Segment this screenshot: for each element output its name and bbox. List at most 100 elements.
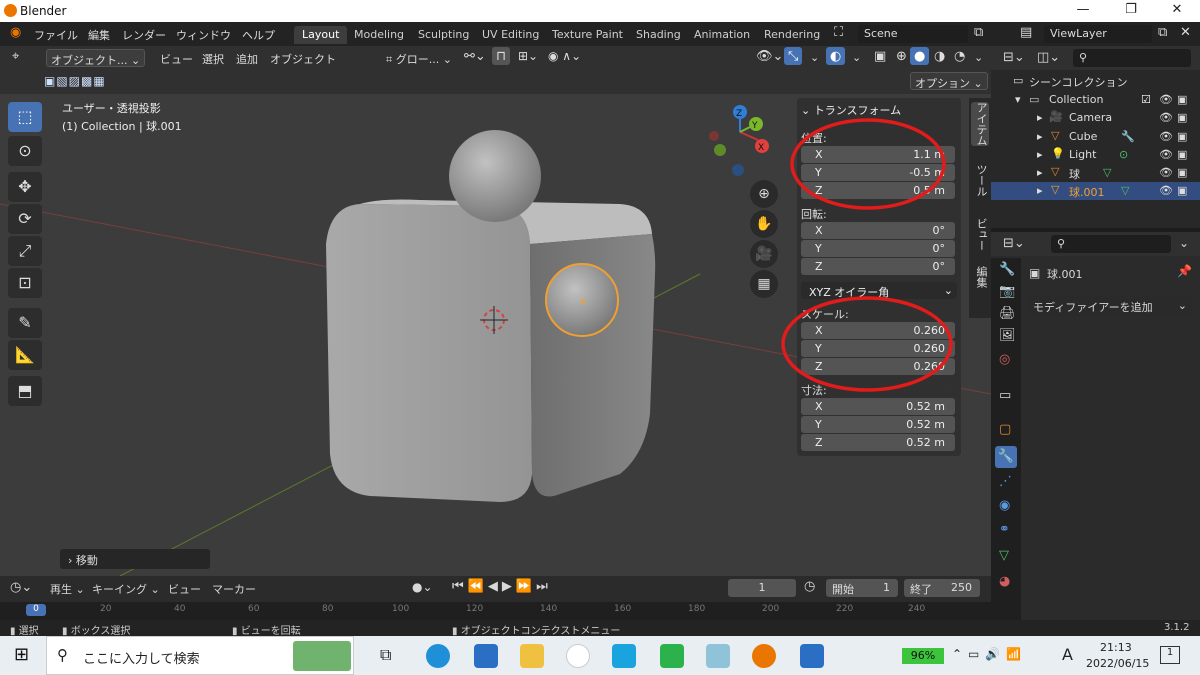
- render-props-icon[interactable]: 📷: [999, 284, 1015, 299]
- rendered-shading-icon[interactable]: ◔: [950, 47, 969, 65]
- transform-tool-icon[interactable]: ⊡: [8, 268, 42, 298]
- app-tool-icon[interactable]: [706, 644, 730, 668]
- minimize-button[interactable]: —: [1060, 2, 1106, 17]
- outliner-item-light[interactable]: ▸ 💡 Light ⊙ 👁 ▣: [991, 146, 1200, 164]
- tab-rendering[interactable]: Rendering: [756, 26, 828, 44]
- scene-props-icon[interactable]: ◎: [999, 352, 1010, 367]
- menu-render[interactable]: レンダー: [122, 27, 166, 43]
- app-l-icon[interactable]: [612, 644, 636, 668]
- eye-icon[interactable]: 👁: [1159, 148, 1173, 161]
- zoom-icon[interactable]: ⊕: [750, 180, 778, 208]
- line-app-icon[interactable]: [660, 644, 684, 668]
- particles-props-icon[interactable]: ⋰: [999, 474, 1012, 489]
- battery-indicator[interactable]: 96%: [902, 648, 944, 664]
- pivot-point-icon[interactable]: ⚯⌄: [460, 47, 490, 65]
- taskbar-date[interactable]: 2022/06/15: [1086, 657, 1149, 670]
- eye-icon[interactable]: 👁: [1159, 166, 1173, 179]
- xray-toggle-icon[interactable]: ▣: [870, 47, 890, 65]
- blender-taskbar-icon[interactable]: [752, 644, 776, 668]
- camera-render-icon[interactable]: ▣: [1177, 130, 1187, 143]
- cursor-tool-icon[interactable]: ⊙: [8, 136, 42, 166]
- mesh-data-props-icon[interactable]: ▽: [999, 548, 1009, 563]
- physics-props-icon[interactable]: ◉: [999, 498, 1010, 513]
- wireframe-shading-icon[interactable]: ⊕: [892, 47, 911, 65]
- taskbar-search-box[interactable]: ⚲ ここに入力して検索: [46, 636, 354, 675]
- camera-render-icon[interactable]: ▣: [1177, 111, 1187, 124]
- maximize-button[interactable]: ❐: [1108, 2, 1154, 17]
- material-preview-icon[interactable]: ◑: [930, 47, 949, 65]
- taskbar-time[interactable]: 21:13: [1100, 641, 1132, 654]
- file-explorer-icon[interactable]: [520, 644, 544, 668]
- menu-timeline-view[interactable]: ビュー: [168, 581, 201, 597]
- dimensions-z-field[interactable]: Z 0.52 m: [801, 434, 955, 451]
- menu-select[interactable]: 選択: [198, 49, 228, 67]
- options-dropdown[interactable]: オプション ⌄: [910, 72, 988, 90]
- camera-view-icon[interactable]: 🎥: [750, 240, 778, 268]
- camera-render-icon[interactable]: ▣: [1177, 166, 1187, 179]
- display-mode-icon[interactable]: ⊟⌄: [1003, 50, 1025, 65]
- camera-render-icon[interactable]: ▣: [1177, 148, 1187, 161]
- store-icon[interactable]: [474, 644, 498, 668]
- notifications-icon[interactable]: 1: [1160, 646, 1180, 664]
- pan-hand-icon[interactable]: ✋: [750, 210, 778, 238]
- outliner-item-sphere[interactable]: ▸ ▽ 球 ▽ 👁 ▣: [991, 164, 1200, 182]
- current-frame-field[interactable]: 1: [728, 579, 796, 597]
- tab-modeling[interactable]: Modeling: [346, 26, 412, 44]
- gizmo-toggle-icon[interactable]: ⤡: [784, 47, 803, 65]
- expand-icon[interactable]: ▸: [1037, 166, 1043, 179]
- ortho-toggle-icon[interactable]: ▦: [750, 270, 778, 298]
- playhead[interactable]: 0: [26, 604, 46, 616]
- tab-item[interactable]: アイテム: [971, 102, 989, 146]
- modifier-props-icon[interactable]: 🔧: [995, 446, 1017, 468]
- editor-type-icon[interactable]: ⌖: [8, 47, 23, 65]
- blender-menu-icon[interactable]: ◉: [10, 25, 21, 40]
- menu-help[interactable]: ヘルプ: [242, 27, 275, 43]
- tab-layout[interactable]: Layout: [294, 26, 348, 44]
- tab-shading[interactable]: Shading: [628, 26, 689, 44]
- tab-texture-paint[interactable]: Texture Paint: [544, 26, 631, 44]
- add-cube-tool-icon[interactable]: ⬒: [8, 376, 42, 406]
- task-view-icon[interactable]: ⧉: [380, 645, 391, 665]
- new-scene-icon[interactable]: ⧉: [974, 25, 983, 40]
- shading-dropdown-icon[interactable]: ⌄: [970, 49, 987, 67]
- pin-icon[interactable]: 📌: [1177, 264, 1192, 278]
- scene-selector[interactable]: Scene: [858, 25, 968, 43]
- ime-indicator[interactable]: A: [1062, 645, 1073, 664]
- tab-edit[interactable]: 編集: [971, 266, 989, 288]
- properties-search-input[interactable]: ⚲: [1051, 235, 1171, 253]
- menu-add[interactable]: 追加: [232, 49, 262, 67]
- menu-marker[interactable]: マーカー: [212, 581, 256, 597]
- menu-file[interactable]: ファイル: [34, 27, 78, 43]
- eye-icon[interactable]: 👁: [1159, 184, 1173, 197]
- select-box-tool-icon[interactable]: ⬚: [8, 102, 42, 132]
- snap-toggle-icon[interactable]: ⊓: [492, 47, 511, 65]
- expand-icon[interactable]: ▸: [1037, 148, 1043, 161]
- scale-tool-icon[interactable]: ⤢: [8, 236, 42, 266]
- menu-keying[interactable]: キーイング ⌄: [92, 581, 160, 597]
- solid-shading-icon[interactable]: ●: [910, 47, 930, 65]
- annotate-tool-icon[interactable]: ✎: [8, 308, 42, 338]
- measure-tool-icon[interactable]: 📐: [8, 340, 42, 370]
- tray-icons[interactable]: ⌃▭🔊📶: [952, 647, 1027, 661]
- timeline-editor-icon[interactable]: ◷⌄: [10, 580, 32, 595]
- editor-type-icon[interactable]: ⊟⌄: [1003, 236, 1025, 251]
- visibility-icon[interactable]: 👁⌄: [752, 47, 787, 65]
- start-frame-field[interactable]: 開始 1: [826, 579, 898, 597]
- dimensions-x-field[interactable]: X 0.52 m: [801, 398, 955, 415]
- edge-browser-icon[interactable]: [426, 644, 450, 668]
- overlay-dropdown-icon[interactable]: ⌄: [848, 49, 865, 67]
- checkbox-icon[interactable]: ☑: [1141, 93, 1151, 106]
- material-props-icon[interactable]: ◕: [999, 574, 1010, 589]
- tool-props-icon[interactable]: 🔧: [999, 262, 1015, 277]
- expand-icon[interactable]: ▾: [1015, 93, 1021, 106]
- expand-icon[interactable]: ▸: [1037, 130, 1043, 143]
- last-operator-panel[interactable]: › 移動: [60, 549, 210, 569]
- mode-selector[interactable]: オブジェクト... ⌄: [46, 49, 146, 67]
- scene-collection-row[interactable]: ▭ シーンコレクション: [991, 72, 1200, 90]
- eye-icon[interactable]: 👁: [1159, 130, 1173, 143]
- tab-view[interactable]: ビュー: [971, 218, 989, 251]
- add-modifier-dropdown[interactable]: モディファイアーを追加 ⌄: [1027, 296, 1193, 316]
- remove-view-layer-icon[interactable]: ✕: [1180, 25, 1191, 40]
- new-view-layer-icon[interactable]: ⧉: [1158, 25, 1167, 40]
- constraints-props-icon[interactable]: ⚭: [999, 522, 1010, 537]
